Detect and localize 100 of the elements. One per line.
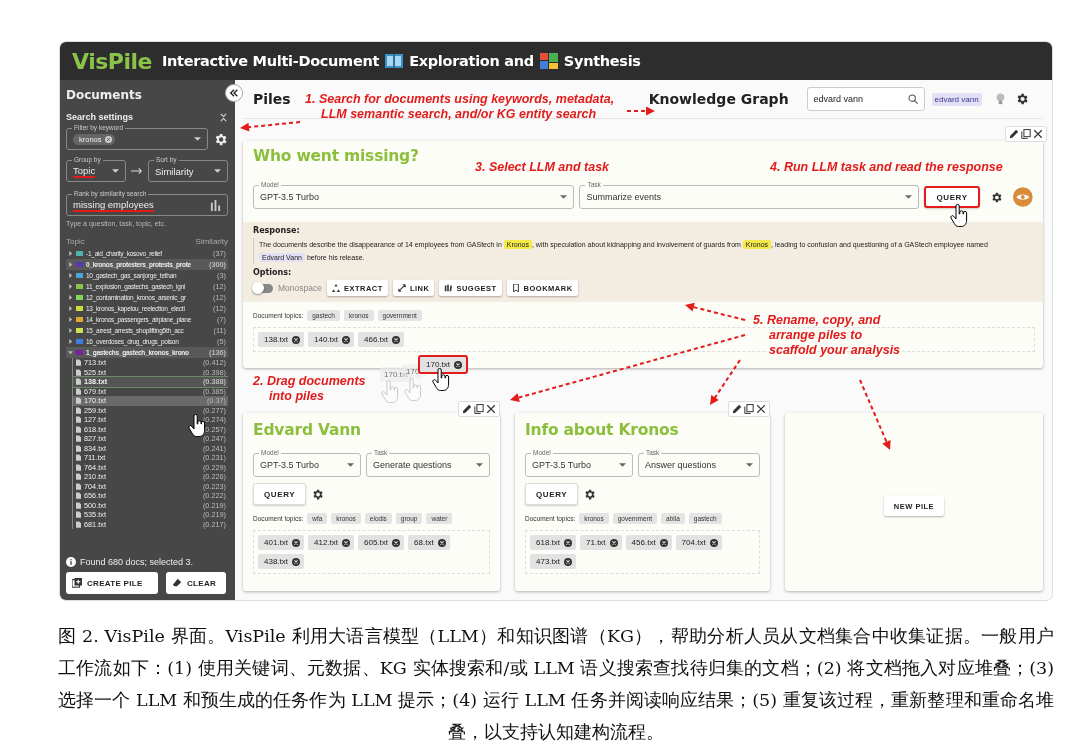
dropdown-icon: [746, 463, 753, 467]
copy-icon[interactable]: [744, 404, 754, 414]
dropdown-icon: [214, 169, 221, 173]
annotation-arrow: [626, 106, 655, 116]
app-title: Synthesis: [563, 53, 641, 69]
copy-icon[interactable]: [1021, 129, 1031, 139]
hand-cursor-icon: [380, 380, 400, 404]
bookmark-icon: [511, 284, 520, 292]
document-chip[interactable]: 456.txt: [625, 535, 672, 550]
dropdown-icon: [905, 195, 913, 199]
shapes-icon: [331, 284, 340, 292]
figure-caption: 图 2. VisPile 界面。VisPile 利用大语言模型（LLM）和知识图谱（KG），帮助分析人员从文档集合中收集证据。一般用户工作流如下：(1) 使用关键词、元数据、KG 实体搜索和/或 LLM 语义搜索查找待归集的文档；(2) 将文档拖入对应堆叠；(3) 选择一个 LLM 和预生成的任务作为 LLM 提示；(4) 运行 LLM 任务并阅读响应结果；(5) 重复该过程，重新整理和重命名堆叠，以支持认知建构流程。: [58, 625, 1054, 744]
hand-cursor-icon: [949, 204, 969, 228]
dropdown-icon: [194, 137, 201, 141]
remove-icon[interactable]: [292, 557, 300, 566]
section-label: Response:: [253, 226, 301, 235]
remove-icon[interactable]: [564, 557, 572, 566]
toggle-label: Monospace: [278, 283, 322, 293]
document-chip[interactable]: 68.txt: [408, 535, 450, 550]
dropdown-icon: [619, 463, 626, 467]
annotation-text: 4. Run LLM task and read the response: [770, 160, 1003, 175]
close-icon[interactable]: [486, 404, 496, 414]
document-chip[interactable]: 138.txt: [258, 332, 304, 347]
diagonal-arrow-icon: [397, 284, 406, 292]
arrow-icon: [131, 167, 143, 175]
remove-icon[interactable]: [292, 538, 300, 547]
app-logo: VisPile: [72, 48, 152, 74]
remove-icon[interactable]: [609, 538, 618, 547]
collapse-icon[interactable]: [219, 112, 228, 122]
column-header: Similarity: [195, 237, 228, 246]
collapse-button[interactable]: [225, 84, 243, 102]
remove-icon[interactable]: [564, 538, 572, 547]
sidebar-title: Documents: [66, 88, 143, 104]
close-icon[interactable]: [1033, 129, 1043, 139]
annotation-text: 3. Select LLM and task: [475, 160, 610, 175]
close-icon[interactable]: [756, 404, 766, 414]
document-chip[interactable]: 473.txt: [530, 554, 576, 569]
eye-icon[interactable]: [1013, 187, 1033, 207]
annotation-arrow: [240, 121, 301, 132]
document-chip[interactable]: 401.txt: [258, 535, 304, 550]
dropdown-icon: [476, 463, 483, 467]
eraser-icon: [172, 578, 182, 588]
create-pile-button[interactable]: CREATE PILE: [66, 572, 158, 594]
settings-icon[interactable]: [311, 487, 325, 501]
remove-icon[interactable]: [392, 538, 401, 547]
annotation-text: 5. Rename, copy, and arrange piles to scaffold your analysis: [753, 313, 901, 358]
toggle-switch[interactable]: [253, 283, 273, 293]
query-button[interactable]: QUERY: [924, 186, 980, 208]
annotation-arrow: [859, 379, 891, 450]
double-chevron-icon: [229, 88, 239, 98]
remove-icon[interactable]: [454, 360, 462, 369]
query-button[interactable]: QUERY: [525, 483, 579, 505]
blocks-icon: [539, 53, 558, 69]
annotation-arrow: [685, 302, 746, 321]
remove-icon[interactable]: [392, 335, 401, 344]
dropdown-icon: [560, 195, 568, 199]
document-chip[interactable]: 605.txt: [358, 535, 405, 550]
document-chip[interactable]: 140.txt: [308, 332, 355, 347]
app-title: Interactive Multi-Document: [161, 53, 380, 69]
panel-title: Knowledge Graph: [648, 91, 789, 107]
pile-title: Who went missing?: [252, 147, 419, 167]
dropdown-icon: [112, 169, 119, 173]
remove-icon[interactable]: [659, 538, 668, 547]
remove-icon[interactable]: [437, 538, 446, 547]
hand-cursor-icon: [431, 368, 451, 392]
books-icon: [444, 284, 453, 292]
lightbulb-icon[interactable]: [995, 93, 1005, 105]
remove-icon[interactable]: [292, 335, 300, 344]
annotation-text: 1. Search for documents using keywords, metadata, LLM semantic search, and/or KG entity search: [305, 92, 615, 122]
remove-icon[interactable]: [342, 335, 351, 344]
document-chip[interactable]: 71.txt: [580, 535, 622, 550]
bar-chart-icon: [210, 199, 221, 211]
document-chip[interactable]: 466.txt: [358, 332, 405, 347]
hand-cursor-icon: [403, 378, 423, 402]
document-chip[interactable]: 412.txt: [308, 535, 355, 550]
pile-title: Info about Kronos: [524, 421, 679, 441]
app-title: Exploration and: [409, 53, 534, 69]
section-label: Options:: [253, 268, 293, 277]
settings-icon[interactable]: [583, 487, 597, 501]
edit-icon[interactable]: [1009, 129, 1019, 139]
annotation-text: 2. Drag documents into piles: [253, 374, 366, 404]
document-chip[interactable]: 438.txt: [258, 554, 304, 569]
info-icon: [66, 557, 76, 567]
remove-icon[interactable]: [342, 538, 351, 547]
entity-chip[interactable]: edvard vann: [931, 92, 982, 106]
document-chip[interactable]: 618.txt: [530, 535, 576, 550]
search-icon: [907, 94, 918, 104]
dragged-document-chip[interactable]: 170.txt: [418, 355, 468, 374]
pile-title: Edvard Vann: [252, 421, 361, 441]
map-icon: [385, 53, 404, 69]
remove-icon[interactable]: [709, 538, 718, 547]
section-title: Search settings: [66, 112, 134, 122]
document-chip[interactable]: 704.txt: [675, 535, 722, 550]
query-button[interactable]: QUERY: [253, 483, 307, 505]
panel-title: Piles: [253, 91, 291, 107]
search-field[interactable]: edvard vann: [806, 87, 925, 111]
add-pile-icon: [72, 578, 82, 588]
settings-icon[interactable]: [213, 131, 228, 147]
clear-button[interactable]: CLEAR: [166, 572, 226, 594]
copy-icon[interactable]: [474, 404, 484, 414]
